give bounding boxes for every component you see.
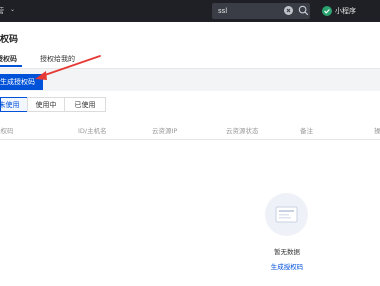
annotation-arrow-icon	[35, 55, 101, 80]
